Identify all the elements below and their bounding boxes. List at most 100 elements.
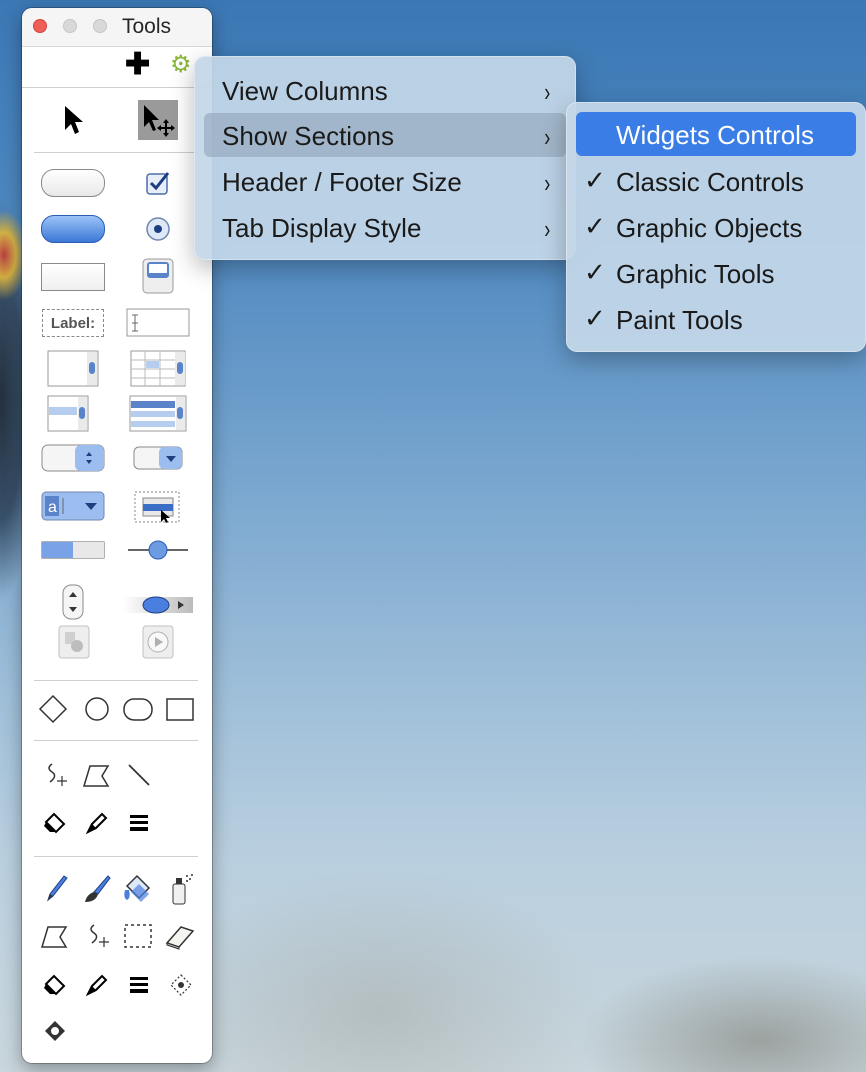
checkmark-icon: ✓ [584,257,606,287]
menu-item-label: Graphic Objects [616,213,803,243]
menu-item-label: Tab Display Style [222,213,422,243]
radio-button-icon [146,217,170,241]
lasso-tool[interactable] [38,758,72,792]
slider-tool[interactable] [126,538,190,562]
rounded-rect-icon [123,698,153,721]
line-tool[interactable] [122,758,156,792]
combo-box-icon: a [41,491,105,521]
paint-fill-color-tool[interactable] [38,968,72,1002]
paint-polygon-tool[interactable] [36,918,72,954]
add-icon[interactable]: ✚ [125,50,150,80]
stepper-field-icon [41,444,105,472]
label-tool[interactable]: Label: [40,308,106,338]
plugin-area-tool[interactable] [56,622,92,662]
paint-pen-color-tool[interactable] [80,968,114,1002]
chevron-right-icon: › [544,214,551,244]
brush-icon [85,875,111,902]
close-button[interactable] [33,19,47,33]
fill-color-tool[interactable] [38,806,72,840]
table-view-tool[interactable] [128,350,188,388]
menu-item-label: Classic Controls [616,167,804,197]
chevron-right-icon: › [544,168,551,198]
chevron-right-icon: › [544,122,551,152]
menu-bar-tool[interactable] [132,490,184,526]
arrow-pointer-icon [65,106,83,134]
menu-item-widgets-controls[interactable]: Widgets Controls [576,112,856,156]
menu-item-show-sections[interactable]: Show Sections › [204,113,566,157]
progress-bar-icon [41,541,105,559]
outline-view-tool[interactable] [128,394,188,434]
line-icon [128,764,150,786]
zoom-button[interactable] [93,19,107,33]
polygon-tool[interactable] [78,758,114,792]
menu-item-header-footer-size[interactable]: Header / Footer Size › [204,159,566,203]
line-width-tool[interactable] [122,806,156,840]
pencil-tool[interactable] [38,870,72,908]
menu-item-graphic-objects[interactable]: ✓ Graphic Objects [576,205,856,249]
move-pointer-icon [144,105,175,137]
table-view-icon [130,350,186,387]
polygon-icon [82,765,110,787]
rectangle-tool[interactable] [162,692,198,726]
text-field-tool[interactable] [40,262,106,292]
popup-menu-icon [133,446,183,470]
checkbox-tool[interactable] [138,168,178,198]
radio-button-tool[interactable] [138,214,178,244]
line-width-icon [130,815,148,831]
oval-shape-tool[interactable] [80,692,114,726]
pen-color-tool[interactable] [80,806,114,840]
plugin-area-icon [58,625,90,659]
combo-box-tool[interactable]: a [40,490,106,522]
menu-item-label: View Columns [222,76,388,106]
brush-size-tool[interactable] [38,1014,72,1048]
diamond-shape-tool[interactable] [36,692,70,726]
divider [34,152,198,153]
pencil-icon [46,875,68,902]
popup-menu-tool[interactable] [132,444,184,472]
move-select-tool[interactable] [138,100,178,140]
spray-can-icon [172,874,193,905]
push-button-tool[interactable] [40,168,106,198]
progress-bar-tool[interactable] [40,538,106,562]
text-input-tool[interactable] [126,308,190,338]
polygon-select-icon [40,926,68,948]
menu-item-graphic-tools[interactable]: ✓ Graphic Tools [576,251,856,295]
bucket-fill-icon [124,874,151,902]
default-button-tool[interactable] [40,214,106,244]
scroll-view-tool[interactable] [46,350,100,388]
menu-item-classic-controls[interactable]: ✓ Classic Controls [576,159,856,203]
eraser-tool[interactable] [162,918,198,954]
spray-can-tool[interactable] [162,870,198,908]
stepper-tool[interactable] [58,582,88,624]
view-options-menu: View Columns › Show Sections › Header / … [194,56,576,260]
lasso-icon [48,763,67,786]
menu-item-tab-display-style[interactable]: Tab Display Style › [204,205,566,249]
paint-bucket-tool[interactable] [120,870,156,908]
menu-item-paint-tools[interactable]: ✓ Paint Tools [576,297,856,341]
image-well-tool[interactable] [138,256,178,296]
brush-shape-tool[interactable] [164,968,198,1002]
label-sample: Label: [42,309,104,337]
arrow-pointer-tool[interactable] [54,100,94,140]
checkmark-icon: ✓ [584,165,606,195]
paint-line-width-tool[interactable] [122,968,156,1002]
marquee-select-tool[interactable] [120,918,156,954]
web-area-tool[interactable] [138,622,178,662]
diamond-icon [38,694,68,724]
checkmark-icon: ✓ [584,303,606,333]
list-box-tool[interactable] [46,394,90,434]
stepper-field-tool[interactable] [40,442,106,474]
text-field-icon [41,263,105,291]
ruler-tool[interactable] [122,592,194,618]
rounded-rect-tool[interactable] [120,692,156,726]
pen-color-icon [85,974,108,997]
brush-size-icon [45,1021,65,1041]
menu-item-view-columns[interactable]: View Columns › [204,68,566,112]
menu-item-label: Graphic Tools [616,259,775,289]
paint-lasso-tool[interactable] [80,918,114,954]
gear-icon[interactable]: ⚙ [170,52,192,78]
menu-item-label: Header / Footer Size [222,167,462,197]
minimize-button[interactable] [63,19,77,33]
checkmark-icon: ✓ [584,211,606,241]
brush-tool[interactable] [80,870,114,908]
